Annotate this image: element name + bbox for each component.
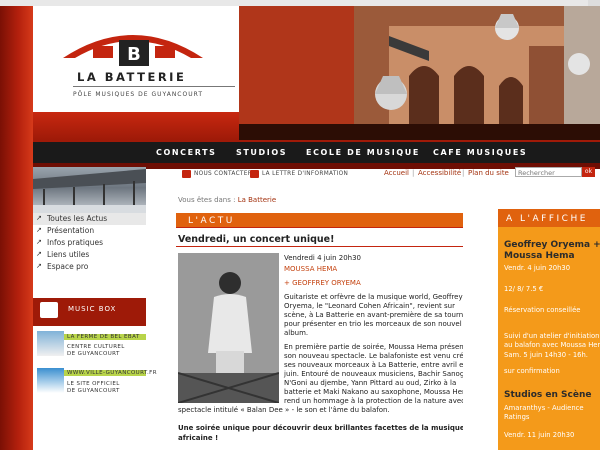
body-line: batterie et Maki Nakano au saxophone, Mo…	[284, 388, 474, 396]
body-line: Guitariste et orfèvre de la musique worl…	[284, 293, 463, 301]
newsletter-icon	[250, 170, 259, 178]
partner-label[interactable]: LE SITE OFFICIEL	[67, 381, 120, 387]
body-line: N'Goni au djembe, Yann Pittard au oud, Z…	[284, 379, 457, 387]
body-line: son nouveau spectacle. Le balafoniste es…	[284, 352, 471, 360]
logo-tagline: PÔLE MUSIQUES DE GUYANCOURT	[73, 91, 204, 98]
body-line: spectacle intitulé « Balan Dee » - le so…	[178, 406, 390, 414]
left-decorative-band	[0, 6, 33, 450]
article-title: Vendredi, un concert unique!	[178, 234, 335, 245]
section-title: L'ACTU	[188, 216, 235, 226]
nav-studios[interactable]: STUDIOS	[236, 148, 287, 157]
separator: |	[412, 169, 415, 177]
header-photo-illustration	[239, 6, 600, 140]
sidebar-item-espace-pro[interactable]: ↗ Espace pro	[33, 261, 146, 273]
sidebar-item-label: Toutes les Actus	[47, 214, 108, 223]
body-line: album.	[284, 329, 309, 337]
event-confirm: sur confirmation	[504, 367, 560, 375]
body-line: rend un hommage à la protection de la na…	[284, 397, 476, 405]
ferme-de-bel-ebat-logo[interactable]	[37, 331, 64, 356]
separator: |	[462, 169, 465, 177]
nav-cafe-musiques[interactable]: CAFE MUSIQUES	[433, 148, 527, 157]
event-description: Ratings	[504, 413, 530, 421]
breadcrumb-current[interactable]: La Batterie	[238, 196, 276, 204]
artist-link[interactable]: MOUSSA HEMA	[284, 265, 337, 273]
partner-label[interactable]: LA FERME DE BEL EBAT	[67, 334, 140, 340]
event-price: 12/ 8/ 7.5 €	[504, 285, 544, 293]
partner-label[interactable]: WWW.VILLE-GUYANCOURT.FR	[67, 370, 157, 376]
closing-line: Une soirée unique pour découvrir deux br…	[178, 424, 465, 432]
event-booking: Réservation conseillée	[504, 306, 581, 314]
event-description: Amaranthys - Audience	[504, 404, 584, 412]
home-link[interactable]: Accueil	[384, 169, 409, 177]
arrow-icon: ↗	[36, 238, 42, 246]
logo-red-strip	[33, 112, 239, 140]
accessibility-link[interactable]: Accessibilité	[418, 169, 461, 177]
section-rule	[176, 227, 463, 228]
arrow-icon: ↗	[36, 262, 42, 270]
arrow-icon: ↗	[36, 226, 42, 234]
event-date: Vendredi 4 juin 20h30	[284, 254, 361, 262]
sidebar-item-label: Présentation	[47, 226, 95, 235]
nav-ecole-de-musique[interactable]: ECOLE DE MUSIQUE	[306, 148, 420, 157]
partner-label[interactable]: DE GUYANCOURT	[67, 388, 120, 394]
body-line: ses nouveaux morceaux à La Batterie, ent…	[284, 361, 467, 369]
event-description: Suivi d'un atelier d'initiation	[504, 332, 600, 340]
body-line: En première partie de soirée, Moussa Hem…	[284, 343, 478, 351]
partner-label[interactable]: CENTRE CULTUREL	[67, 344, 125, 350]
body-line: Oryema, le "Leonard Cohen Africain", rev…	[284, 302, 455, 310]
sidebar-item-toutes-les-actus[interactable]: ↗ Toutes les Actus	[33, 213, 146, 225]
arrow-icon: ↗	[36, 250, 42, 258]
search-input[interactable]: Rechercher	[515, 167, 582, 177]
event-title[interactable]: Moussa Hema	[504, 251, 575, 261]
event-title[interactable]: Studios en Scène	[504, 390, 591, 400]
body-line: juin. Entouré de nouveaux musiciens, Bac…	[284, 370, 469, 378]
event-title[interactable]: Geoffrey Oryema +	[504, 240, 600, 250]
artist-photo	[178, 253, 279, 403]
artist-photo-illustration	[178, 253, 279, 403]
body-line: scène, à La Batterie en avant-première d…	[284, 311, 474, 319]
mail-icon	[182, 170, 191, 178]
sitemap-link[interactable]: Plan du site	[468, 169, 509, 177]
sidebar-item-label: Espace pro	[47, 262, 89, 271]
sidebar-item-presentation[interactable]: ↗ Présentation	[33, 225, 146, 237]
sidebar-item-liens-utiles[interactable]: ↗ Liens utiles	[33, 249, 146, 261]
affiche-title: A L'AFFICHE	[506, 214, 588, 224]
arrow-icon: ↗	[36, 214, 42, 222]
artist-link[interactable]: + GEOFFREY ORYEMA	[284, 279, 361, 287]
music-box-icon	[40, 302, 58, 318]
search-button[interactable]: ok	[582, 167, 595, 177]
ville-guyancourt-logo[interactable]	[37, 368, 64, 393]
sidebar-item-label: Infos pratiques	[47, 238, 103, 247]
column-gap	[463, 209, 498, 450]
event-description: au balafon avec Moussa Hema	[504, 341, 600, 349]
nav-concerts[interactable]: CONCERTS	[156, 148, 217, 157]
music-box-label: MUSIC BOX	[68, 305, 117, 313]
svg-text:B: B	[127, 44, 141, 65]
event-date: Vendr. 4 juin 20h30	[504, 264, 571, 272]
breadcrumb: Vous êtes dans : La Batterie	[178, 196, 276, 204]
sidebar-photo-illustration	[33, 169, 146, 213]
breadcrumb-prefix: Vous êtes dans :	[178, 196, 236, 204]
newsletter-link[interactable]: la lettre d'information	[262, 171, 348, 177]
article-rule	[176, 246, 463, 247]
closing-line: africaine !	[178, 434, 219, 442]
contact-link[interactable]: nous contacter	[194, 171, 252, 177]
event-date: Vendr. 11 juin 20h30	[504, 431, 575, 439]
sidebar-item-label: Liens utiles	[47, 250, 90, 259]
body-line: pour présenter en trio les morceaux de s…	[284, 320, 462, 328]
sidebar-photo	[33, 167, 146, 213]
event-description: Sam. 5 juin 14h30 - 16h.	[504, 351, 588, 359]
logo-name: LA BATTERIE	[77, 70, 187, 84]
logo-divider	[73, 86, 235, 87]
partner-label[interactable]: DE GUYANCOURT	[67, 351, 120, 357]
header-photo	[239, 6, 600, 140]
sidebar-item-infos-pratiques[interactable]: ↗ Infos pratiques	[33, 237, 146, 249]
